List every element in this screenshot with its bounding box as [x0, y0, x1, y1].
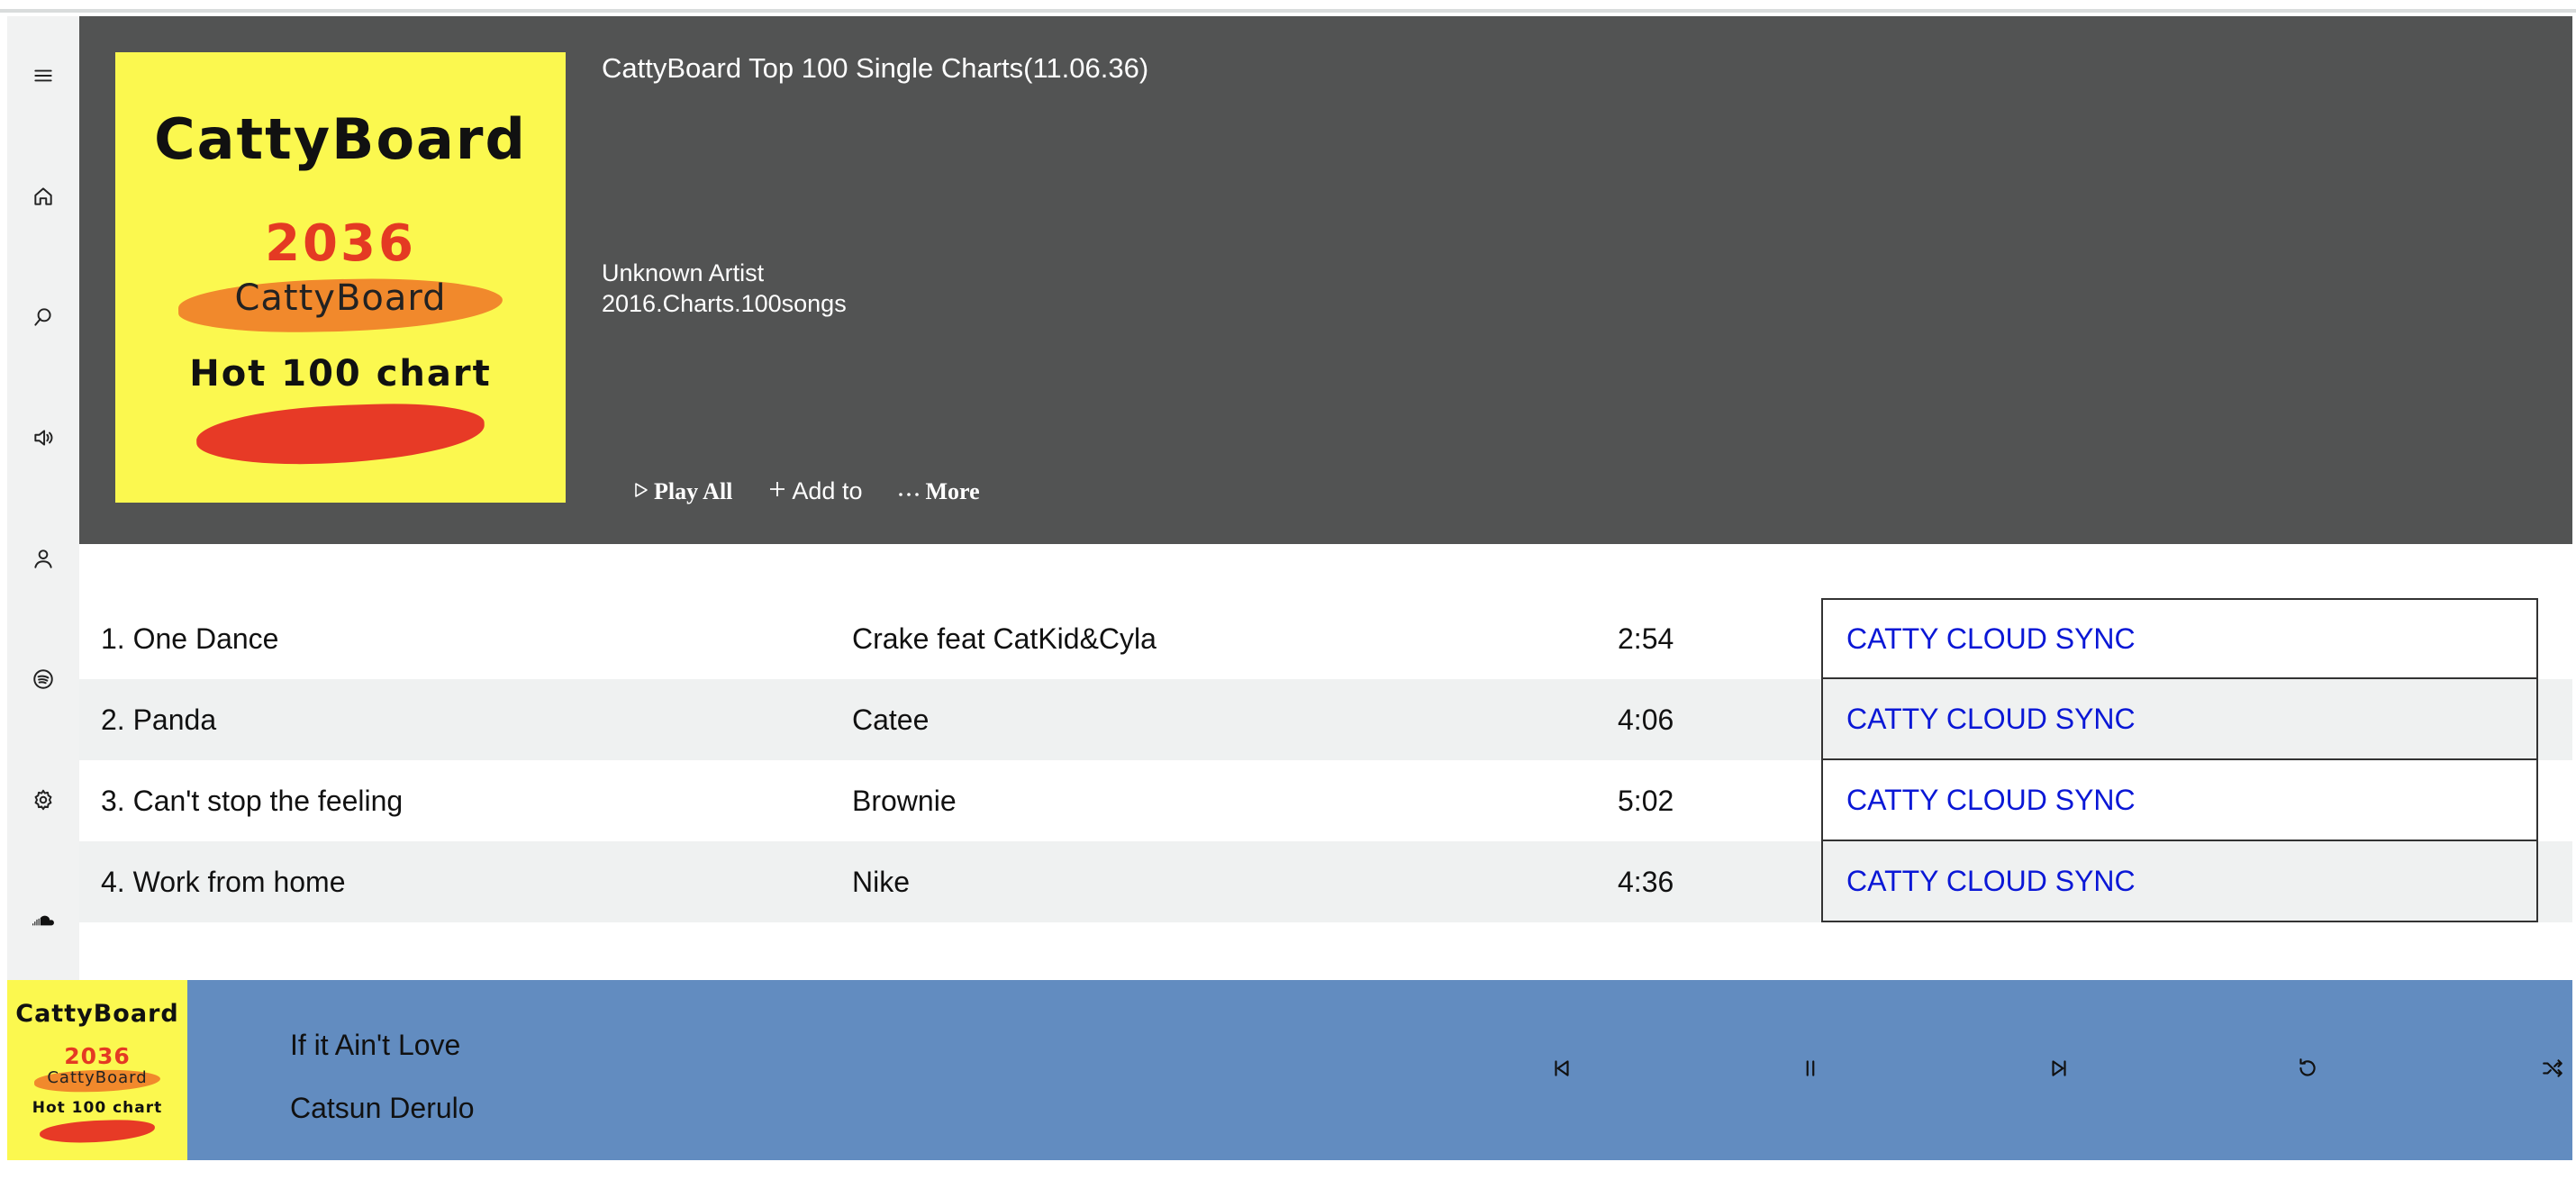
add-to-label: Add to	[792, 477, 863, 504]
now-playing-cover: CattyBoard 2036 CattyBoard Hot 100 chart	[7, 980, 187, 1160]
cover-year: 2036	[265, 214, 416, 273]
playlist-header: CattyBoard 2036 CattyBoard Hot 100 chart…	[79, 16, 2572, 544]
cover-chart-name: Hot 100 chart	[32, 1099, 163, 1117]
now-playing-title: If it Ain't Love	[290, 1029, 461, 1061]
cover-brand: CattyBoard	[154, 106, 527, 172]
track-duration: 4:36	[1618, 865, 1674, 898]
track-artist: Catee	[852, 703, 930, 736]
cover-year: 2036	[64, 1043, 131, 1069]
search-icon	[32, 305, 55, 333]
cover-red-stroke	[39, 1118, 156, 1145]
play-all-button[interactable]: Play All	[634, 478, 732, 505]
track-duration: 5:02	[1618, 784, 1674, 817]
previous-button[interactable]	[1544, 1052, 1580, 1088]
menu-icon	[32, 64, 55, 92]
playlist-title: CattyBoard Top 100 Single Charts(11.06.3…	[602, 52, 1149, 84]
track-list: 1. One Dance Crake feat CatKid&Cyla 2:54…	[79, 598, 2572, 922]
track-artist: Crake feat CatKid&Cyla	[852, 622, 1156, 655]
spotify-button[interactable]	[7, 654, 79, 708]
cover-brand-sub: CattyBoard	[234, 277, 447, 319]
volume-button[interactable]	[7, 413, 79, 467]
repeat-icon	[2296, 1057, 2319, 1085]
track-duration: 2:54	[1618, 622, 1674, 655]
home-icon	[32, 185, 55, 213]
more-label: More	[925, 477, 980, 504]
profile-button[interactable]	[7, 533, 79, 587]
next-icon	[2047, 1057, 2071, 1085]
cover-brand: CattyBoard	[15, 1000, 179, 1028]
shuffle-button[interactable]	[2535, 1052, 2571, 1088]
previous-icon	[1550, 1057, 1574, 1085]
cover-brand-sub: CattyBoard	[47, 1068, 148, 1087]
next-button[interactable]	[2041, 1052, 2077, 1088]
shuffle-icon	[2541, 1057, 2564, 1085]
spotify-icon	[32, 667, 55, 695]
cloud-sync-button[interactable]: CATTY CLOUD SYNC	[1821, 679, 2538, 760]
play-all-label: Play All	[654, 477, 733, 504]
settings-button[interactable]	[7, 775, 79, 829]
track-title: 1. One Dance	[101, 622, 279, 655]
sidebar	[7, 16, 79, 982]
playlist-actions: Play All Add to More	[634, 477, 980, 505]
track-row[interactable]: 3. Can't stop the feeling Brownie 5:02 C…	[79, 760, 2572, 841]
pause-button[interactable]	[1792, 1052, 1828, 1088]
track-title: 2. Panda	[101, 703, 217, 736]
play-icon	[634, 480, 649, 504]
pause-icon	[1799, 1057, 1822, 1085]
now-playing-artist: Catsun Derulo	[290, 1092, 475, 1124]
track-artist: Brownie	[852, 784, 957, 817]
soundcloud-button[interactable]	[7, 895, 79, 949]
soundcloud-icon	[32, 909, 55, 937]
cloud-sync-button[interactable]: CATTY CLOUD SYNC	[1821, 760, 2538, 841]
track-artist: Nike	[852, 865, 911, 898]
now-playing-bar: CattyBoard 2036 CattyBoard Hot 100 chart…	[7, 980, 2572, 1160]
search-button[interactable]	[7, 292, 79, 346]
track-row[interactable]: 1. One Dance Crake feat CatKid&Cyla 2:54…	[79, 598, 2572, 679]
track-duration: 4:06	[1618, 703, 1674, 736]
track-row[interactable]: 4. Work from home Nike 4:36 CATTY CLOUD …	[79, 841, 2572, 922]
add-to-button[interactable]: Add to	[768, 477, 862, 505]
cloud-sync-button[interactable]: CATTY CLOUD SYNC	[1821, 841, 2538, 922]
menu-button[interactable]	[7, 50, 79, 104]
playlist-artist: Unknown Artist	[602, 259, 765, 286]
track-title: 3. Can't stop the feeling	[101, 784, 404, 817]
track-row[interactable]: 2. Panda Catee 4:06 CATTY CLOUD SYNC	[79, 679, 2572, 760]
top-border	[0, 0, 2576, 13]
volume-icon	[32, 426, 55, 454]
cloud-sync-button[interactable]: CATTY CLOUD SYNC	[1821, 598, 2538, 679]
user-icon	[32, 547, 55, 575]
plus-icon	[768, 480, 786, 504]
home-button[interactable]	[7, 171, 79, 225]
album-cover: CattyBoard 2036 CattyBoard Hot 100 chart	[115, 52, 566, 503]
ellipsis-icon	[898, 480, 920, 504]
cover-chart-name: Hot 100 chart	[189, 353, 492, 395]
playlist-subtitle: 2016.Charts.100songs	[602, 290, 847, 317]
more-button[interactable]: More	[898, 477, 980, 505]
cover-red-stroke	[195, 400, 486, 468]
repeat-button[interactable]	[2290, 1052, 2326, 1088]
track-title: 4. Work from home	[101, 865, 346, 898]
settings-icon	[32, 788, 55, 816]
